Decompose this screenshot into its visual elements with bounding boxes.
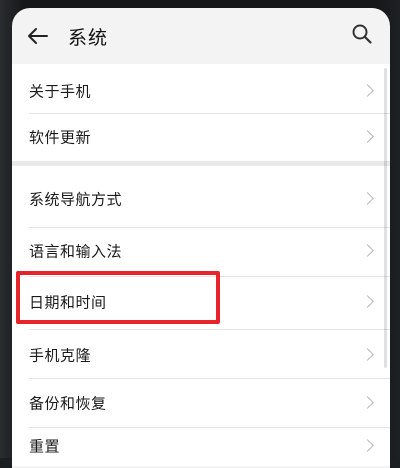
search-button[interactable] xyxy=(348,20,376,48)
settings-item-label: 重置 xyxy=(29,437,61,456)
settings-item-reset[interactable]: 重置 xyxy=(12,423,390,468)
settings-item-date-time[interactable]: 日期和时间 xyxy=(12,279,390,325)
divider xyxy=(29,276,390,277)
settings-group-2: 系统导航方式 语言和输入法 日期和时间 手机克隆 备份和恢复 重置 xyxy=(12,166,390,466)
chevron-right-icon xyxy=(361,244,374,257)
settings-item-language-input[interactable]: 语言和输入法 xyxy=(12,228,390,274)
settings-group-1: 关于手机 软件更新 xyxy=(12,64,390,161)
chevron-right-icon xyxy=(361,439,374,452)
settings-item-label: 软件更新 xyxy=(29,128,92,147)
page-title: 系统 xyxy=(68,27,109,49)
scrollbar[interactable] xyxy=(384,68,387,368)
settings-item-backup-restore[interactable]: 备份和恢复 xyxy=(12,380,390,426)
app-header: 系统 xyxy=(12,8,390,64)
settings-item-about-phone[interactable]: 关于手机 xyxy=(12,68,390,114)
arrow-left-icon xyxy=(28,28,48,44)
chevron-right-icon xyxy=(361,192,374,205)
chevron-right-icon xyxy=(361,84,374,97)
settings-item-label: 备份和恢复 xyxy=(29,394,107,413)
settings-item-navigation[interactable]: 系统导航方式 xyxy=(12,176,390,222)
settings-item-phone-clone[interactable]: 手机克隆 xyxy=(12,332,390,378)
settings-item-label: 手机克隆 xyxy=(29,346,92,365)
chevron-right-icon xyxy=(361,348,374,361)
search-icon xyxy=(352,24,372,44)
divider xyxy=(29,329,390,330)
settings-item-label: 日期和时间 xyxy=(29,293,107,312)
back-button[interactable] xyxy=(24,22,52,50)
settings-item-label: 语言和输入法 xyxy=(29,242,123,261)
divider xyxy=(29,378,390,379)
chevron-right-icon xyxy=(361,295,374,308)
settings-item-label: 系统导航方式 xyxy=(29,190,123,209)
chevron-right-icon xyxy=(361,396,374,409)
chevron-right-icon xyxy=(361,130,374,143)
settings-screen: 系统 关于手机 软件更新 系统导航方式 语言和输入法 日期和时间 手机克隆 备份… xyxy=(12,8,390,468)
settings-item-software-update[interactable]: 软件更新 xyxy=(12,114,390,160)
settings-item-label: 关于手机 xyxy=(29,82,92,101)
